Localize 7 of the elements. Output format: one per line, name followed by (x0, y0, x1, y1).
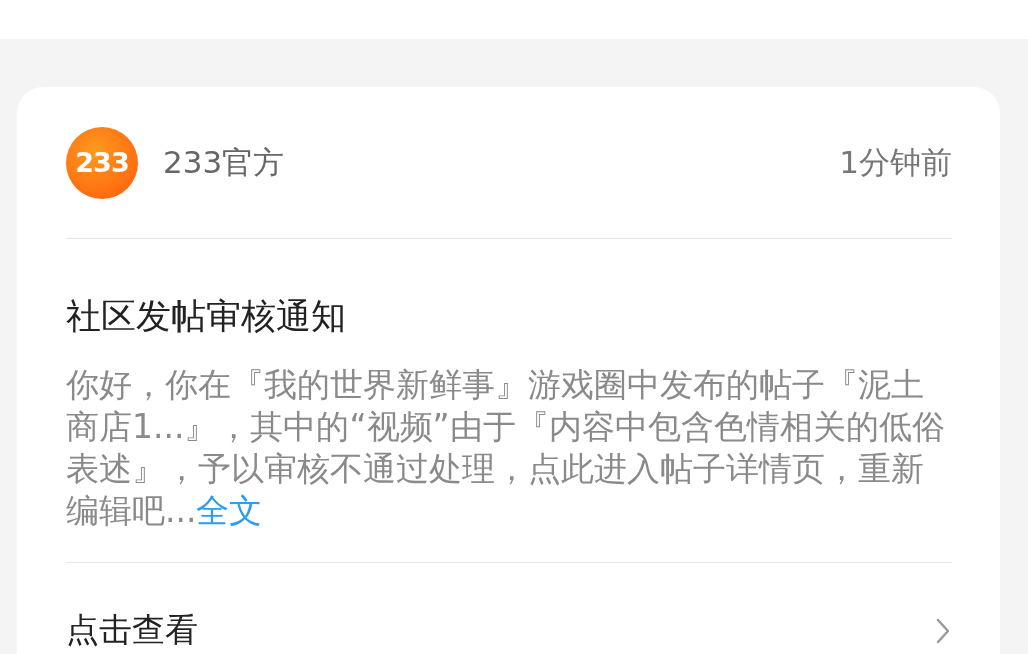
notification-body: 你好，你在『我的世界新鲜事』游戏圈中发布的帖子『泥土商店1...』，其中的“视频”由于『内容中包含色情相关的低俗表述』，予以审核不通过处理，点此进入帖子详情页，重新编辑吧...全文 (66, 364, 946, 532)
chevron-right-icon (936, 617, 950, 644)
sender-name: 233官方 (163, 142, 285, 182)
timestamp: 1分钟前 (839, 142, 952, 182)
view-row[interactable]: 点击查看 (66, 608, 952, 653)
notification-title: 社区发帖审核通知 (66, 295, 347, 338)
avatar-logo: 233 (66, 126, 138, 199)
